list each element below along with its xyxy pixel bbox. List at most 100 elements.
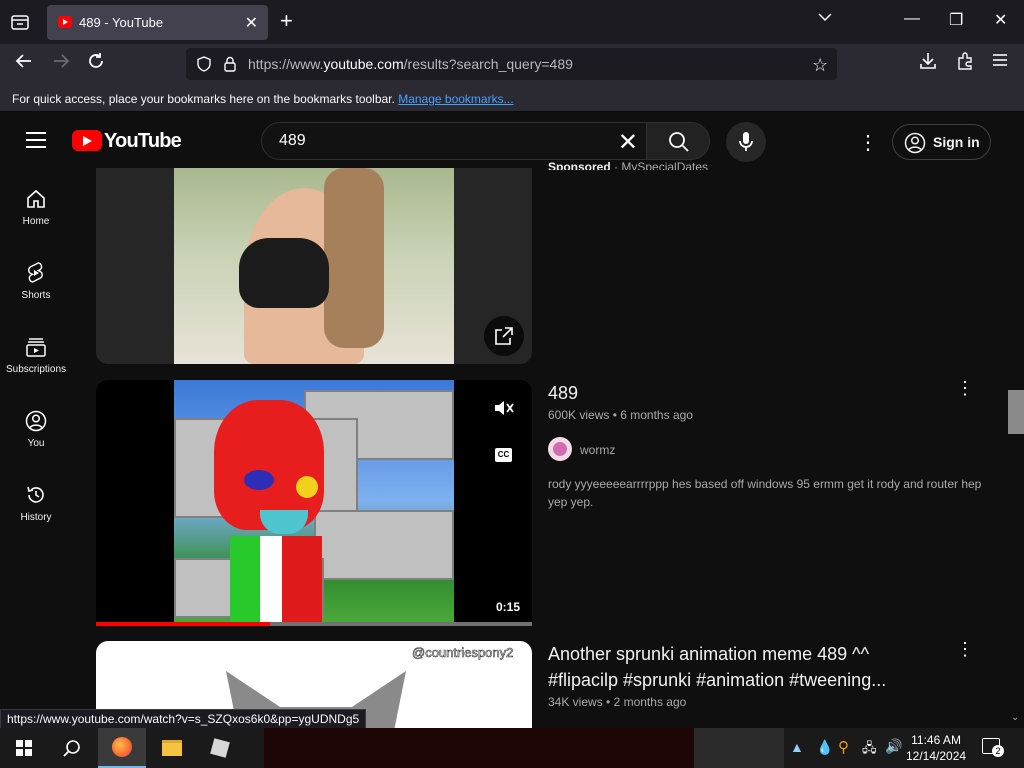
sidebar-item-history[interactable]: History — [0, 484, 72, 554]
taskbar-file-explorer[interactable] — [148, 728, 196, 768]
bookmark-star-icon[interactable]: ☆ — [812, 55, 828, 76]
page-scrollbar-thumb[interactable] — [1008, 390, 1024, 434]
downloads-icon[interactable] — [919, 52, 937, 75]
tab-list-icon[interactable] — [10, 12, 30, 32]
browser-tab-bar: 489 - YouTube ✕ + — ❐ ✕ — [0, 0, 1024, 44]
video-action-menu-icon[interactable]: ⋮ — [956, 378, 974, 399]
network-icon[interactable]: 🖧 — [862, 739, 877, 761]
video-duration: 0:15 — [496, 600, 521, 614]
maximize-button[interactable]: ❐ — [949, 10, 963, 30]
back-button[interactable] — [15, 52, 33, 75]
sidebar-item-shorts[interactable]: Shorts — [0, 262, 72, 332]
browser-tab-active[interactable]: 489 - YouTube ✕ — [47, 5, 268, 40]
video-title-sprunki-line2[interactable]: #flipacilp #sprunki #animation #tweening… — [548, 667, 886, 693]
bookmarks-message: For quick access, place your bookmarks h… — [12, 92, 514, 106]
taskbar-wallpaper-peek-2 — [694, 728, 784, 768]
channel-name[interactable]: wormz — [580, 443, 615, 457]
windows-taskbar: ▲ 💧 ⚲ 🖧 🔊 11:46 AM 12/14/2024 2 — [0, 728, 1024, 768]
youtube-logo-text[interactable]: YouTube — [104, 130, 182, 153]
thumbnail-watermark: @countriespony2 — [412, 645, 514, 661]
sidebar-item-label: Subscriptions — [5, 364, 67, 375]
windows-logo-icon — [16, 740, 32, 756]
url-text[interactable]: https://www.youtube.com/results?search_q… — [248, 56, 573, 72]
minimize-button[interactable]: — — [904, 10, 920, 28]
clear-search-icon[interactable]: ✕ — [618, 128, 638, 157]
sponsored-label-cropped: Sponsored · MySpecialDates — [548, 160, 709, 170]
history-icon — [27, 486, 44, 503]
you-icon — [25, 410, 47, 432]
scroll-down-arrow-icon[interactable]: ⌄ — [1011, 712, 1019, 723]
video-title-sprunki-line1[interactable]: Another sprunki animation meme 489 ^^ — [548, 641, 869, 667]
sponsored-image — [174, 168, 454, 364]
channel-avatar[interactable] — [548, 437, 572, 461]
shorts-icon — [28, 262, 43, 283]
subscriptions-icon — [26, 338, 46, 357]
sidebar-item-subscriptions[interactable]: Subscriptions — [0, 336, 72, 406]
taskbar-roblox[interactable] — [196, 728, 244, 768]
forward-button[interactable] — [52, 52, 70, 75]
taskbar-search-icon — [63, 740, 80, 757]
address-bar[interactable]: https://www.youtube.com/results?search_q… — [186, 48, 837, 80]
video-title[interactable]: 489 — [548, 380, 578, 406]
mute-icon[interactable] — [493, 398, 515, 423]
start-button[interactable] — [0, 728, 48, 768]
taskbar-wallpaper-peek — [264, 728, 694, 768]
tab-close-icon[interactable]: ✕ — [245, 13, 258, 33]
tab-title: 489 - YouTube — [79, 15, 164, 30]
voice-search-button[interactable] — [726, 122, 766, 162]
sidebar-item-label: Shorts — [21, 290, 51, 301]
shield-icon[interactable] — [196, 56, 212, 77]
video-description: rody yyyeeeeearrrrppp hes based off wind… — [548, 477, 982, 509]
sidebar-item-home[interactable]: Home — [0, 188, 72, 258]
playback-progress-track[interactable] — [96, 622, 532, 626]
taskbar-firefox[interactable] — [98, 728, 146, 768]
manage-bookmarks-link[interactable]: Manage bookmarks... — [398, 92, 513, 106]
search-query[interactable]: 489 — [279, 132, 306, 150]
new-tab-button[interactable]: + — [280, 8, 293, 34]
video-stats-2: 34K views • 2 months ago — [548, 695, 687, 709]
browser-nav-bar: https://www.youtube.com/results?search_q… — [0, 44, 1024, 84]
taskbar-clock[interactable]: 11:46 AM 12/14/2024 — [906, 732, 966, 764]
bookmarks-toolbar: For quick access, place your bookmarks h… — [0, 84, 1024, 112]
sidebar-item-label: You — [27, 438, 45, 449]
notifications-icon[interactable]: 2 — [982, 738, 1004, 757]
extensions-icon[interactable] — [956, 52, 974, 75]
search-icon — [669, 132, 689, 152]
open-external-icon[interactable] — [484, 316, 524, 356]
captions-icon[interactable]: CC — [495, 448, 512, 462]
guide-menu-icon[interactable] — [26, 132, 46, 148]
app-menu-icon[interactable] — [992, 52, 1008, 73]
playback-progress-fill — [96, 622, 271, 626]
lock-icon[interactable] — [223, 56, 237, 77]
search-input[interactable]: 489 ✕ — [261, 122, 647, 160]
list-all-tabs-chevron-icon[interactable] — [818, 10, 832, 29]
youtube-favicon-icon — [58, 16, 72, 28]
volume-icon[interactable]: 🔊 — [885, 738, 902, 755]
youtube-logo-icon[interactable] — [72, 130, 102, 151]
sidebar-item-label: History — [20, 512, 52, 523]
sponsored-thumbnail[interactable] — [96, 168, 532, 364]
folder-icon — [162, 740, 182, 756]
video-action-menu-icon-2[interactable]: ⋮ — [956, 639, 974, 660]
sign-in-label: Sign in — [933, 134, 980, 150]
taskbar-search-button[interactable] — [48, 728, 96, 768]
video-thumbnail-489[interactable]: CC 0:15 — [96, 380, 532, 626]
search-button[interactable] — [646, 122, 710, 160]
account-icon — [904, 132, 926, 154]
sign-in-button[interactable]: Sign in — [892, 124, 991, 160]
settings-kebab-icon[interactable]: ⋮ — [858, 130, 878, 155]
tray-drop-icon[interactable]: 💧 — [816, 739, 833, 756]
window-close-button[interactable]: ✕ — [994, 10, 1007, 30]
home-icon — [27, 189, 45, 208]
notification-count: 2 — [992, 745, 1004, 757]
reload-button[interactable] — [87, 52, 105, 75]
sidebar-item-you[interactable]: You — [0, 410, 72, 480]
microphone-icon — [739, 132, 753, 151]
roblox-icon — [210, 738, 230, 758]
video-preview-frame — [174, 380, 454, 622]
youtube-header: YouTube 489 ✕ ⋮ Sign in — [0, 112, 1024, 168]
video-stats: 600K views • 6 months ago — [548, 408, 693, 422]
tray-app-icon[interactable]: ▲ — [790, 739, 804, 755]
link-status-bar: https://www.youtube.com/watch?v=s_SZQxos… — [0, 709, 367, 729]
tray-search-app-icon[interactable]: ⚲ — [838, 738, 849, 756]
